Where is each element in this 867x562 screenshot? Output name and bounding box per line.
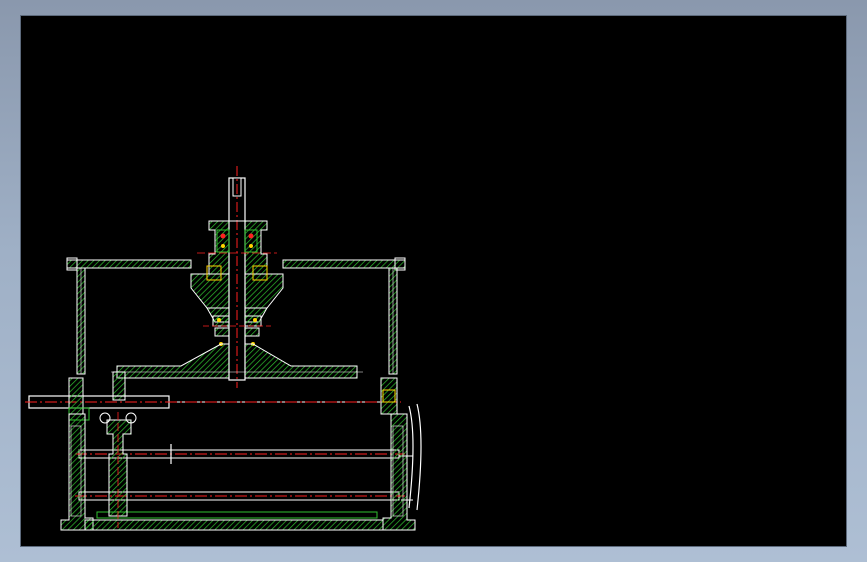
vertical-drive-shaft: [228, 166, 246, 388]
cad-drawing-viewport[interactable]: [20, 15, 847, 547]
top-cover-plate: [66, 257, 406, 271]
mechanism-cross-section-drawing: [25, 166, 422, 531]
linkage-arm: [99, 412, 137, 528]
